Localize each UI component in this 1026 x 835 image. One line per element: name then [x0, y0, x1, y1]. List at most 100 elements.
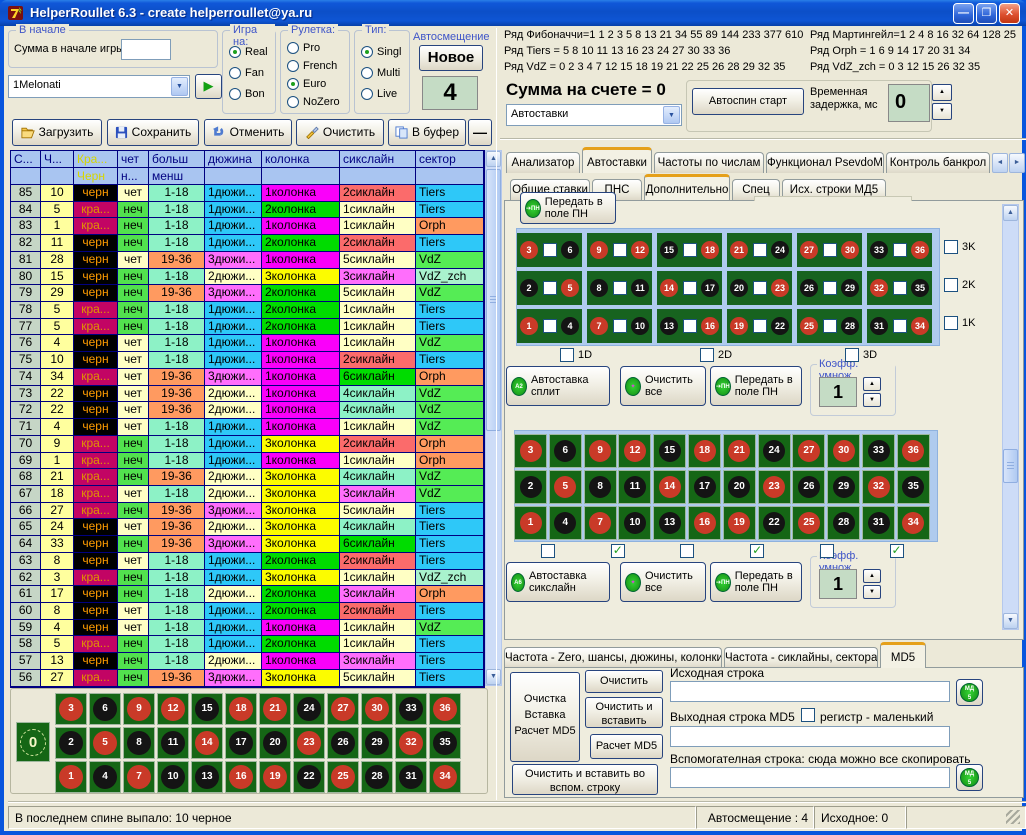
play-button[interactable]: ▶	[195, 74, 222, 99]
scroll-down-icon[interactable]: ▼	[486, 669, 501, 685]
chevron-down-icon[interactable]: ▼	[663, 106, 680, 124]
titlebar[interactable]: HelperRoullet 6.3 - create helperroullet…	[0, 0, 1026, 26]
header-cell[interactable]	[416, 168, 484, 185]
board-cell-17[interactable]: 17	[225, 727, 257, 759]
undo-button[interactable]: Отменить	[204, 119, 292, 146]
mode-dropdown[interactable]: Автоставки ▼	[506, 104, 682, 126]
radio-dot[interactable]	[361, 46, 373, 58]
board-cell-15[interactable]: 15	[191, 693, 223, 725]
header-cell[interactable]: больш	[149, 151, 205, 168]
board-cell-32[interactable]: 32	[395, 727, 427, 759]
table-row[interactable]: 608чернчет1-181дюжи...2колонка2сиклайнTi…	[11, 603, 484, 620]
board-cell-27[interactable]: 27	[327, 693, 359, 725]
six-cell-14[interactable]: 14	[653, 470, 686, 504]
table-row[interactable]: 714чернчет1-181дюжи...1колонка1сиклайнVd…	[11, 419, 484, 436]
six-cell-20[interactable]: 20	[723, 470, 756, 504]
panel-scrollbar[interactable]: ▲ ▼	[1002, 204, 1019, 630]
table-row[interactable]: 638чернчет1-181дюжи...2колонка2сиклайнTi…	[11, 553, 484, 570]
table-row[interactable]: 8128чернчет19-363дюжи...1колонка5сиклайн…	[11, 252, 484, 269]
tabs-scroll-right-icon[interactable]: ►	[1009, 153, 1025, 173]
board-cell-16[interactable]: 16	[225, 761, 257, 793]
header-cell[interactable]: колонка	[262, 151, 340, 168]
save-button[interactable]: Сохранить	[107, 119, 199, 146]
tabs-scroll-left-icon[interactable]: ◄	[992, 153, 1008, 173]
six-cell-19[interactable]: 19	[723, 506, 756, 540]
transfer-top-button[interactable]: ➔ПН Передать в поле ПН	[520, 192, 616, 224]
board-cell-30[interactable]: 30	[361, 693, 393, 725]
board-cell-35[interactable]: 35	[429, 727, 461, 759]
six-cell-4[interactable]: 4	[549, 506, 582, 540]
board-cell-18[interactable]: 18	[225, 693, 257, 725]
table-row[interactable]: 7929черннеч19-363дюжи...2колонка5сиклайн…	[11, 285, 484, 302]
md5-out-input[interactable]	[670, 726, 950, 747]
scroll-up-icon[interactable]: ▲	[1003, 205, 1018, 221]
transfer-button-1[interactable]: ➔ПН Передать в поле ПН	[710, 366, 802, 406]
md5-clear-paste-button[interactable]: Очистить и вставить	[585, 697, 663, 728]
six-cell-9[interactable]: 9	[584, 434, 617, 468]
header-cell[interactable]	[262, 168, 340, 185]
freq-tab-2[interactable]: Частота - сиклайны, сектора	[724, 647, 878, 668]
k-checkbox-2K[interactable]: 2K	[944, 278, 975, 292]
header-cell[interactable]: Кра...	[74, 151, 118, 168]
table-row[interactable]: 709кра...неч1-181дюжи...3колонка2сиклайн…	[11, 436, 484, 453]
md5-calc-button[interactable]: Расчет MD5	[590, 734, 663, 759]
six-cell-3[interactable]: 3	[514, 434, 547, 468]
six-cell-35[interactable]: 35	[897, 470, 930, 504]
main-tab-1[interactable]: Анализатор	[506, 152, 580, 173]
split-checkbox[interactable]	[753, 243, 767, 257]
board-zero-cell[interactable]: 0	[16, 722, 50, 762]
header-cell[interactable]	[11, 168, 41, 185]
table-row[interactable]: 5713черннеч1-182дюжи...1колонка3сиклайнT…	[11, 653, 484, 670]
split-checkbox[interactable]	[613, 243, 627, 257]
table-row[interactable]: 6718кра...чет1-182дюжи...3колонка3сиклай…	[11, 486, 484, 503]
six-cell-6[interactable]: 6	[549, 434, 582, 468]
sixline-checkbox-3[interactable]	[680, 544, 694, 558]
radio-dot[interactable]	[287, 42, 299, 54]
table-row[interactable]: 7322чернчет19-362дюжи...1колонка4сиклайн…	[11, 386, 484, 403]
minimize-button[interactable]: —	[953, 3, 974, 24]
md5-calc-icon-button[interactable]: МД5	[956, 679, 983, 706]
collapse-button[interactable]: —	[468, 119, 492, 146]
radio-dot[interactable]	[229, 67, 241, 79]
table-row[interactable]: 6627кра...неч19-363дюжи...3колонка5сикла…	[11, 503, 484, 520]
d-checkbox-3D[interactable]: 3D	[845, 348, 877, 362]
header-cell[interactable]: чет	[118, 151, 149, 168]
board-cell-10[interactable]: 10	[157, 761, 189, 793]
six-cell-33[interactable]: 33	[862, 434, 895, 468]
header-cell[interactable]	[41, 168, 74, 185]
board-cell-14[interactable]: 14	[191, 727, 223, 759]
six-cell-27[interactable]: 27	[792, 434, 825, 468]
sixline-checkbox-4[interactable]	[750, 544, 764, 558]
split-checkbox[interactable]	[753, 281, 767, 295]
load-button[interactable]: Загрузить	[12, 119, 102, 146]
split-checkbox[interactable]	[543, 281, 557, 295]
to-buffer-button[interactable]: В буфер	[388, 119, 466, 146]
radio-dot[interactable]	[361, 88, 373, 100]
board-cell-31[interactable]: 31	[395, 761, 427, 793]
header-cell[interactable]: сикслайн	[340, 151, 416, 168]
header-cell[interactable]: Ч...	[41, 151, 74, 168]
table-row[interactable]: 585кра...неч1-181дюжи...2колонка1сиклайн…	[11, 636, 484, 653]
header-cell[interactable]: менш	[149, 168, 205, 185]
six-cell-13[interactable]: 13	[653, 506, 686, 540]
split-checkbox[interactable]	[613, 319, 627, 333]
table-row[interactable]: 7434кра...чет19-363дюжи...1колонка6сикла…	[11, 369, 484, 386]
board-cell-23[interactable]: 23	[293, 727, 325, 759]
d-checkbox-2D[interactable]: 2D	[700, 348, 732, 362]
table-row[interactable]: 6821кра...неч19-362дюжи...3колонка4сикла…	[11, 469, 484, 486]
transfer-button-2[interactable]: ➔ПН Передать в поле ПН	[710, 562, 802, 602]
radio-fan[interactable]: Fan	[223, 62, 275, 83]
panel-scrollbar-thumb[interactable]	[1003, 449, 1018, 483]
six-cell-34[interactable]: 34	[897, 506, 930, 540]
board-cell-6[interactable]: 6	[89, 693, 121, 725]
board-cell-7[interactable]: 7	[123, 761, 155, 793]
six-cell-31[interactable]: 31	[862, 506, 895, 540]
md5-calc-icon-button-2[interactable]: МД5	[956, 764, 983, 791]
header-cell[interactable]: дюжина	[205, 151, 262, 168]
md5-clear-paste-aux-button[interactable]: Очистить и вставить во вспом. строку	[512, 764, 658, 795]
table-row[interactable]: 623кра...неч1-181дюжи...3колонка1сиклайн…	[11, 570, 484, 587]
split-checkbox[interactable]	[613, 281, 627, 295]
scroll-down-icon[interactable]: ▼	[1003, 613, 1018, 629]
board-cell-12[interactable]: 12	[157, 693, 189, 725]
radio-singl[interactable]: Singl	[355, 41, 409, 62]
